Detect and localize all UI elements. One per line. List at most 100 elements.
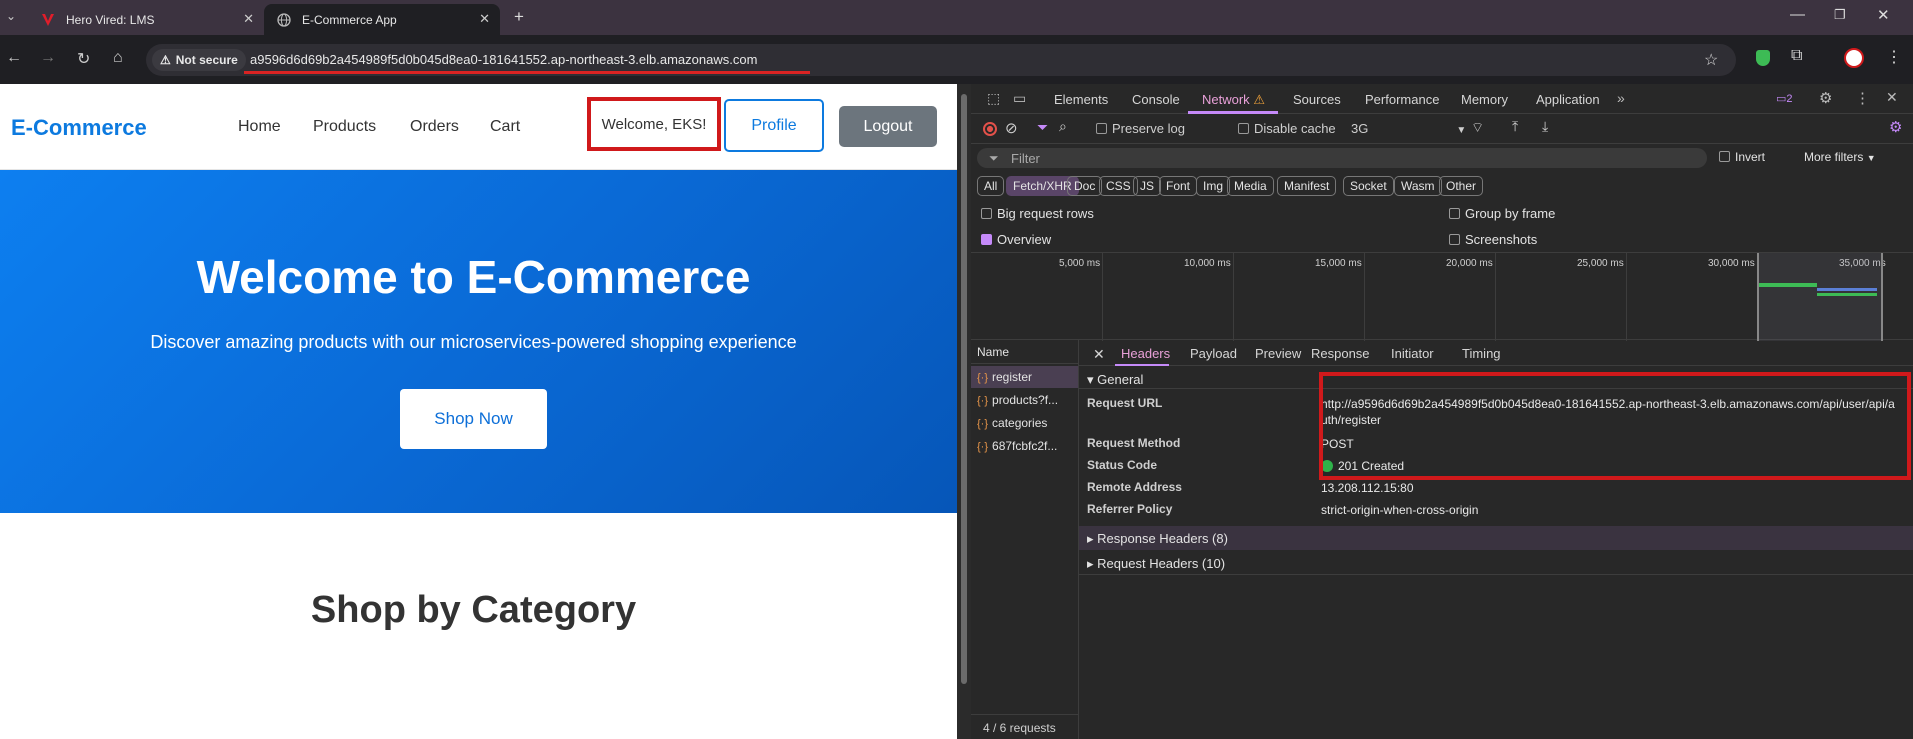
type-chip-other[interactable]: Other xyxy=(1439,176,1484,196)
preserve-log-checkbox[interactable]: Preserve log xyxy=(1096,121,1185,136)
nav-products[interactable]: Products xyxy=(313,118,376,136)
checkbox[interactable] xyxy=(1096,123,1107,134)
type-chip-js[interactable]: JS xyxy=(1133,176,1162,196)
overview-checkbox[interactable]: Overview xyxy=(981,232,1051,247)
device-toolbar-icon[interactable]: ▭ xyxy=(1013,90,1026,107)
clear-icon[interactable]: ⊘ xyxy=(1005,119,1018,137)
close-tab-icon[interactable]: ✕ xyxy=(243,11,254,27)
big-request-rows-checkbox[interactable]: Big request rows xyxy=(981,206,1094,221)
scrollbar-thumb[interactable] xyxy=(961,94,967,684)
request-row-687fcbfc[interactable]: {·} 687fcbfc2f... xyxy=(971,435,1078,457)
group-by-frame-checkbox[interactable]: Group by frame xyxy=(1449,206,1555,221)
timeline-gridline xyxy=(1102,253,1103,341)
export-har-icon[interactable]: ⤓ xyxy=(1542,118,1548,135)
checkbox[interactable] xyxy=(1449,234,1460,245)
tab-hero-vired[interactable]: Hero Vired: LMS ✕ xyxy=(28,4,264,35)
network-conditions-icon[interactable]: ⌔ xyxy=(1471,119,1484,137)
timeline-selection-window[interactable] xyxy=(1757,253,1883,341)
nav-home[interactable]: Home xyxy=(238,118,281,136)
type-chip-socket[interactable]: Socket xyxy=(1343,176,1394,196)
menu-kebab-icon[interactable]: ⋮ xyxy=(1886,47,1902,67)
type-chip-manifest[interactable]: Manifest xyxy=(1277,176,1337,196)
settings-gear-icon[interactable]: ⚙ xyxy=(1819,89,1832,107)
type-chip-media[interactable]: Media xyxy=(1227,176,1274,196)
tab-search-chevron-icon[interactable]: ⌄ xyxy=(6,9,16,23)
devtools-tab-memory[interactable]: Memory xyxy=(1461,92,1508,107)
site-navbar: E-Commerce Home Products Orders Cart Wel… xyxy=(0,84,957,170)
nav-orders[interactable]: Orders xyxy=(410,118,459,136)
devtools-menu-icon[interactable]: ⋮ xyxy=(1855,89,1870,107)
type-chip-doc[interactable]: Doc xyxy=(1067,176,1103,196)
extensions-icon[interactable]: ⧉ xyxy=(1791,47,1802,65)
checkbox[interactable] xyxy=(1449,208,1460,219)
more-filters-dropdown[interactable]: More filters ▼ xyxy=(1804,150,1876,164)
disable-cache-checkbox[interactable]: Disable cache xyxy=(1238,121,1336,136)
throttling-select[interactable]: 3G ▼ xyxy=(1351,121,1466,136)
type-chip-img[interactable]: Img xyxy=(1196,176,1231,196)
checkbox[interactable] xyxy=(1238,123,1249,134)
tab-ecommerce-app[interactable]: E-Commerce App ✕ xyxy=(264,4,500,35)
reload-icon[interactable]: ↻ xyxy=(77,49,90,69)
close-details-icon[interactable]: ✕ xyxy=(1093,346,1105,363)
details-tab-timing[interactable]: Timing xyxy=(1462,346,1501,361)
import-har-icon[interactable]: ⤒ xyxy=(1512,118,1518,135)
filter-funnel-icon[interactable]: ⏷ xyxy=(1037,119,1048,136)
search-icon[interactable]: ⌕ xyxy=(1059,118,1067,135)
request-headers-section[interactable]: ▸ Request Headers (10) xyxy=(1079,551,1913,575)
profile-avatar-icon[interactable] xyxy=(1844,48,1864,68)
devtools-tab-elements[interactable]: Elements xyxy=(1054,92,1108,107)
url-text[interactable]: a9596d6d69b2a454989f5d0b045d8ea0-1816415… xyxy=(250,52,757,67)
filter-placeholder: Filter xyxy=(1011,151,1040,166)
details-tab-headers[interactable]: Headers xyxy=(1121,346,1170,361)
details-tab-payload[interactable]: Payload xyxy=(1190,346,1237,361)
devtools-tab-console[interactable]: Console xyxy=(1132,92,1180,107)
forward-icon[interactable]: → xyxy=(40,49,56,67)
screenshots-checkbox[interactable]: Screenshots xyxy=(1449,232,1537,247)
type-chip-font[interactable]: Font xyxy=(1159,176,1198,196)
type-chip-all[interactable]: All xyxy=(977,176,1005,196)
shield-extension-icon[interactable] xyxy=(1756,50,1770,66)
shop-now-button[interactable]: Shop Now xyxy=(400,389,547,449)
request-row-products[interactable]: {·} products?f... xyxy=(971,389,1078,411)
inspect-element-icon[interactable]: ⬚ xyxy=(987,90,1000,107)
close-devtools-icon[interactable]: ✕ xyxy=(1886,89,1898,106)
issues-badge[interactable]: ▭2 xyxy=(1776,92,1793,105)
home-icon[interactable]: ⌂ xyxy=(113,49,123,67)
page-scrollbar[interactable] xyxy=(957,84,971,739)
request-row-categories[interactable]: {·} categories xyxy=(971,412,1078,434)
checkbox[interactable] xyxy=(981,208,992,219)
bookmark-star-icon[interactable]: ☆ xyxy=(1704,50,1718,70)
more-tabs-icon[interactable]: » xyxy=(1617,90,1625,106)
network-overview-timeline[interactable]: 5,000 ms 10,000 ms 15,000 ms 20,000 ms 2… xyxy=(971,252,1913,341)
minimize-icon[interactable]: — xyxy=(1790,6,1805,23)
invert-checkbox[interactable]: Invert xyxy=(1719,150,1765,164)
type-chip-wasm[interactable]: Wasm xyxy=(1394,176,1442,196)
record-icon[interactable] xyxy=(983,122,997,136)
welcome-text: Welcome, EKS! xyxy=(601,115,707,133)
request-row-register[interactable]: {·} register xyxy=(971,366,1078,388)
security-chip[interactable]: ⚠ Not secure xyxy=(152,49,246,71)
site-brand[interactable]: E-Commerce xyxy=(11,115,147,141)
profile-button[interactable]: Profile xyxy=(724,99,824,152)
restore-icon[interactable]: ❐ xyxy=(1834,7,1846,23)
nav-cart[interactable]: Cart xyxy=(490,118,520,136)
back-icon[interactable]: ← xyxy=(6,49,22,67)
details-tab-initiator[interactable]: Initiator xyxy=(1391,346,1434,361)
devtools-tab-sources[interactable]: Sources xyxy=(1293,92,1341,107)
network-settings-icon[interactable]: ⚙ xyxy=(1889,118,1902,136)
filter-input[interactable]: ⏷ Filter xyxy=(977,148,1707,168)
type-chip-css[interactable]: CSS xyxy=(1099,176,1138,196)
name-column-header[interactable]: Name xyxy=(971,340,1079,364)
close-window-icon[interactable]: ✕ xyxy=(1877,6,1890,24)
devtools-tab-application[interactable]: Application xyxy=(1536,92,1600,107)
logout-button[interactable]: Logout xyxy=(839,106,937,147)
checkbox-checked[interactable] xyxy=(981,234,992,245)
new-tab-button[interactable]: + xyxy=(514,7,524,27)
checkbox[interactable] xyxy=(1719,151,1730,162)
details-tab-preview[interactable]: Preview xyxy=(1255,346,1301,361)
response-headers-section[interactable]: ▸ Response Headers (8) xyxy=(1079,526,1913,550)
devtools-tab-performance[interactable]: Performance xyxy=(1365,92,1439,107)
devtools-tab-network[interactable]: Network ⚠ xyxy=(1202,92,1265,108)
details-tab-response[interactable]: Response xyxy=(1311,346,1370,361)
close-tab-icon[interactable]: ✕ xyxy=(479,11,490,27)
